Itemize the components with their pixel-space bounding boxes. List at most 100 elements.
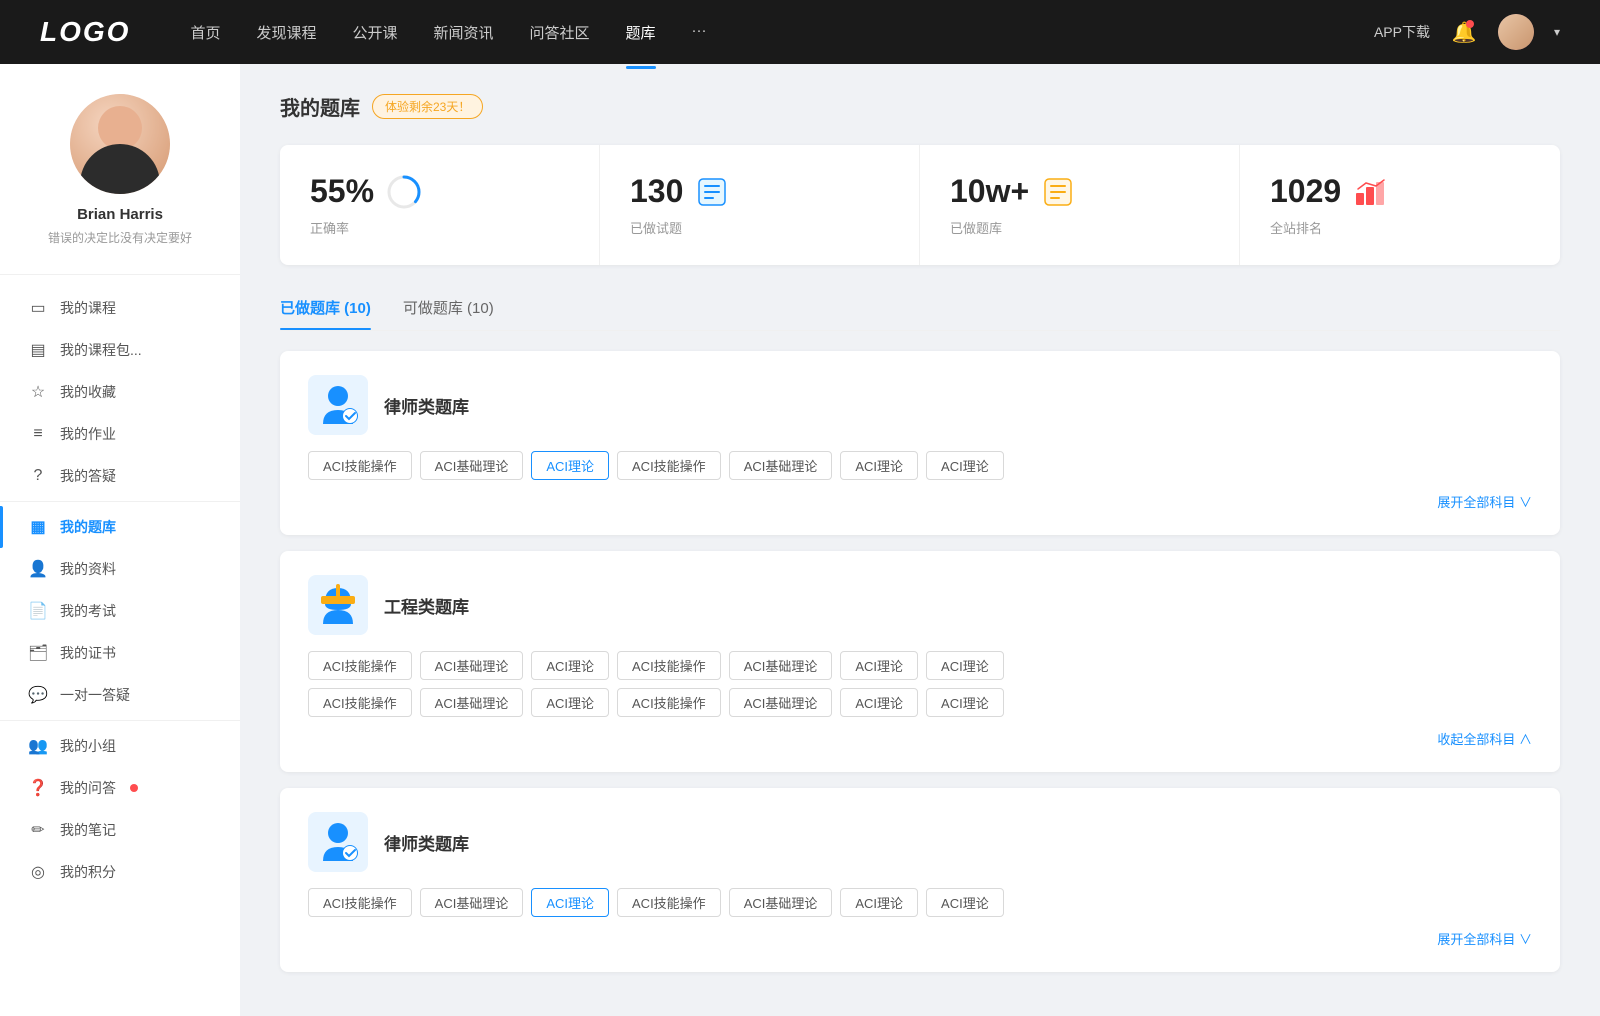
tag-5[interactable]: ACI理论 [840, 451, 918, 480]
nav-open-course[interactable]: 公开课 [352, 18, 397, 47]
app-download-button[interactable]: APP下载 [1374, 22, 1430, 42]
nav-qa[interactable]: 问答社区 [530, 18, 590, 47]
sidebar-item-1on1[interactable]: 💬 一对一答疑 [0, 674, 240, 716]
eng-tag-r1-6[interactable]: ACI理论 [926, 651, 1004, 680]
user-dropdown-arrow[interactable]: ▾ [1554, 25, 1560, 39]
sidebar-label-favorites: 我的收藏 [60, 382, 116, 402]
sidebar-label-homework: 我的作业 [60, 424, 116, 444]
stat-banks-done: 10w+ 已做题库 [920, 145, 1240, 265]
law2-tag-4[interactable]: ACI基础理论 [729, 888, 833, 917]
tag-2-active[interactable]: ACI理论 [531, 451, 609, 480]
correct-rate-icon [386, 174, 422, 210]
nav-courses[interactable]: 发现课程 [256, 18, 316, 47]
sidebar-label-notes: 我的笔记 [60, 820, 116, 840]
lawyer-icon-svg-2 [313, 817, 363, 867]
eng-tag-r1-2[interactable]: ACI理论 [531, 651, 609, 680]
sidebar-item-certificate[interactable]: 🗂 我的证书 [0, 632, 240, 674]
courses-icon: ▭ [28, 298, 48, 318]
eng-tag-r2-5[interactable]: ACI理论 [840, 688, 918, 717]
sidebar-label-certificate: 我的证书 [60, 643, 116, 663]
sidebar-motto: 错误的决定比没有决定要好 [48, 229, 192, 246]
law2-tag-5[interactable]: ACI理论 [840, 888, 918, 917]
tag-3[interactable]: ACI技能操作 [617, 451, 721, 480]
sidebar-item-my-qa[interactable]: ❓ 我的问答 [0, 767, 240, 809]
expand-link-lawyer-1[interactable]: 展开全部科目 ∨ [308, 488, 1532, 511]
certificate-icon: 🗂 [28, 643, 48, 663]
sidebar-label-my-qa: 我的问答 [60, 778, 116, 798]
bank-tags-row-lawyer-2: ACI技能操作 ACI基础理论 ACI理论 ACI技能操作 ACI基础理论 AC… [308, 888, 1532, 917]
nav-news[interactable]: 新闻资讯 [434, 18, 494, 47]
eng-tag-r2-0[interactable]: ACI技能操作 [308, 688, 412, 717]
nav-more[interactable]: ··· [692, 18, 707, 47]
nav-home[interactable]: 首页 [190, 18, 220, 47]
stat-correct-rate: 55% 正确率 [280, 145, 600, 265]
bank-card-lawyer-2: 律师类题库 ACI技能操作 ACI基础理论 ACI理论 ACI技能操作 ACI基… [280, 788, 1560, 972]
sidebar-label-my-courses: 我的课程 [60, 298, 116, 318]
bank-tags-row-lawyer-1: ACI技能操作 ACI基础理论 ACI理论 ACI技能操作 ACI基础理论 AC… [308, 451, 1532, 480]
bank-title-lawyer-1: 律师类题库 [384, 393, 469, 418]
sidebar-item-homework[interactable]: ≡ 我的作业 [0, 413, 240, 455]
sidebar-divider-2 [0, 501, 240, 502]
law2-tag-2-active[interactable]: ACI理论 [531, 888, 609, 917]
sidebar-item-notes[interactable]: ✏ 我的笔记 [0, 809, 240, 851]
eng-tag-r1-4[interactable]: ACI基础理论 [729, 651, 833, 680]
law2-tag-0[interactable]: ACI技能操作 [308, 888, 412, 917]
sidebar-label-my-data: 我的资料 [60, 559, 116, 579]
nav-bank[interactable]: 题库 [626, 18, 656, 47]
bank-icon: ▦ [28, 517, 48, 537]
tag-4[interactable]: ACI基础理论 [729, 451, 833, 480]
eng-tag-r1-1[interactable]: ACI基础理论 [420, 651, 524, 680]
tab-available[interactable]: 可做题库 (10) [403, 289, 494, 330]
eng-tag-r2-6[interactable]: ACI理论 [926, 688, 1004, 717]
eng-tag-r2-4[interactable]: ACI基础理论 [729, 688, 833, 717]
sidebar-item-favorites[interactable]: ☆ 我的收藏 [0, 371, 240, 413]
stats-row: 55% 正确率 130 [280, 145, 1560, 265]
sidebar-item-qa[interactable]: ? 我的答疑 [0, 455, 240, 497]
stat-value-questions-done: 130 [630, 173, 683, 210]
eng-tag-r2-2[interactable]: ACI理论 [531, 688, 609, 717]
sidebar-item-points[interactable]: ◎ 我的积分 [0, 851, 240, 893]
notification-bell[interactable]: 🔔 [1450, 18, 1478, 46]
bank-card-header-3: 律师类题库 [308, 812, 1532, 872]
tag-6[interactable]: ACI理论 [926, 451, 1004, 480]
course-package-icon: ▤ [28, 340, 48, 360]
sidebar-label-group: 我的小组 [60, 736, 116, 756]
eng-tag-r1-5[interactable]: ACI理论 [840, 651, 918, 680]
engineer-icon-svg [313, 580, 363, 630]
sidebar-item-course-package[interactable]: ▤ 我的课程包... [0, 329, 240, 371]
sidebar-item-my-data[interactable]: 👤 我的资料 [0, 548, 240, 590]
bank-title-engineer: 工程类题库 [384, 593, 469, 618]
stat-label-rank: 全站排名 [1270, 218, 1530, 237]
sidebar-label-my-exam: 我的考试 [60, 601, 116, 621]
sidebar-label-my-bank: 我的题库 [60, 517, 116, 537]
avatar-image [70, 94, 170, 194]
bank-card-header-2: 工程类题库 [308, 575, 1532, 635]
bank-icon-lawyer-2 [308, 812, 368, 872]
stat-questions-done: 130 已做试题 [600, 145, 920, 265]
notification-dot [1466, 20, 1474, 28]
favorites-icon: ☆ [28, 382, 48, 402]
tag-0[interactable]: ACI技能操作 [308, 451, 412, 480]
sidebar-item-my-courses[interactable]: ▭ 我的课程 [0, 287, 240, 329]
sidebar-item-group[interactable]: 👥 我的小组 [0, 725, 240, 767]
law2-tag-6[interactable]: ACI理论 [926, 888, 1004, 917]
collapse-link-engineer[interactable]: 收起全部科目 ∧ [308, 725, 1532, 748]
tab-done[interactable]: 已做题库 (10) [280, 289, 371, 330]
eng-tag-r1-0[interactable]: ACI技能操作 [308, 651, 412, 680]
tag-1[interactable]: ACI基础理论 [420, 451, 524, 480]
stat-value-correct-rate: 55% [310, 173, 374, 210]
expand-link-lawyer-2[interactable]: 展开全部科目 ∨ [308, 925, 1532, 948]
eng-tag-r2-1[interactable]: ACI基础理论 [420, 688, 524, 717]
eng-tag-r2-3[interactable]: ACI技能操作 [617, 688, 721, 717]
sidebar-item-my-bank[interactable]: ▦ 我的题库 [0, 506, 240, 548]
bank-title-lawyer-2: 律师类题库 [384, 830, 469, 855]
banks-done-icon [1041, 175, 1075, 209]
main-layout: Brian Harris 错误的决定比没有决定要好 ▭ 我的课程 ▤ 我的课程包… [0, 64, 1600, 1016]
eng-tag-r1-3[interactable]: ACI技能操作 [617, 651, 721, 680]
bank-card-header-1: 律师类题库 [308, 375, 1532, 435]
law2-tag-3[interactable]: ACI技能操作 [617, 888, 721, 917]
sidebar-item-my-exam[interactable]: 📄 我的考试 [0, 590, 240, 632]
law2-tag-1[interactable]: ACI基础理论 [420, 888, 524, 917]
main-content: 我的题库 体验剩余23天！ 55% 正确率 130 [240, 64, 1600, 1016]
user-avatar[interactable] [1498, 14, 1534, 50]
